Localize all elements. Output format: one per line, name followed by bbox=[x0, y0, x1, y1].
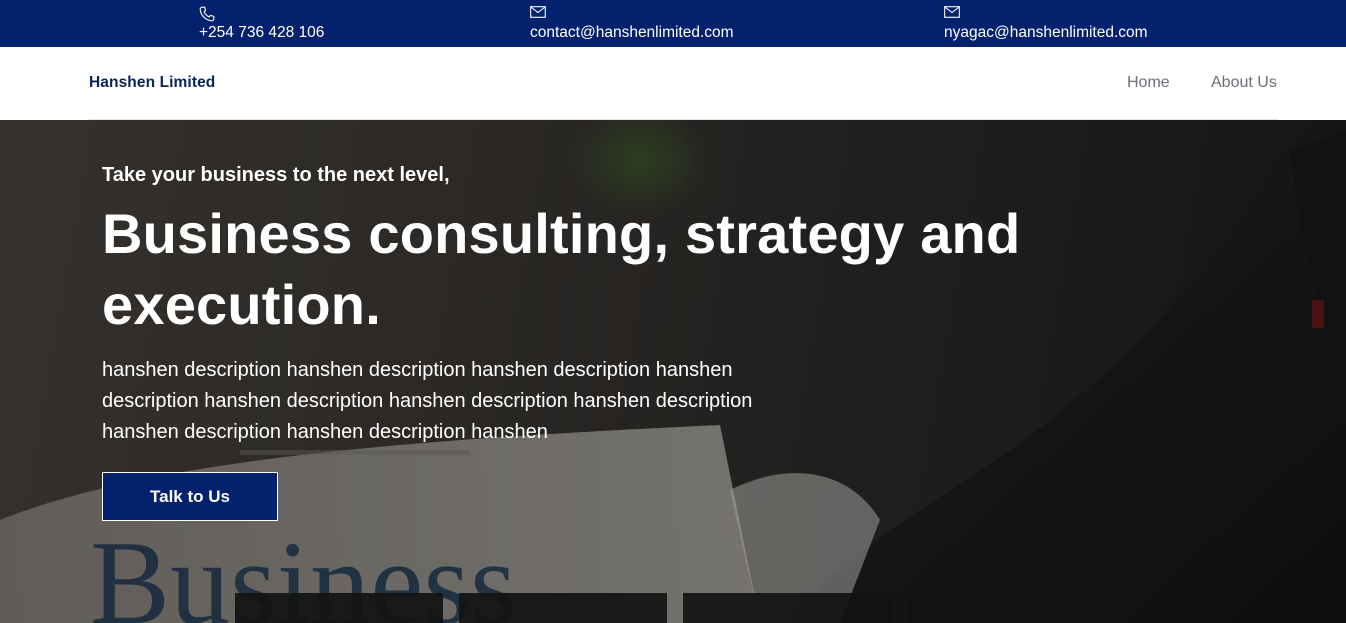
hero-description: hanshen description hanshen description … bbox=[102, 359, 753, 443]
hero-headline: Business consulting, strategy and execut… bbox=[102, 202, 1021, 336]
feature-card[interactable] bbox=[459, 593, 667, 623]
contact-email-secondary[interactable]: nyagac@hanshenlimited.com bbox=[944, 6, 1148, 42]
envelope-icon bbox=[944, 6, 960, 20]
email-primary[interactable]: contact@hanshenlimited.com bbox=[530, 24, 734, 41]
feature-card[interactable] bbox=[235, 593, 443, 623]
phone-icon bbox=[199, 6, 215, 22]
feature-card[interactable] bbox=[683, 593, 891, 623]
email-secondary[interactable]: nyagac@hanshenlimited.com bbox=[944, 24, 1148, 41]
nav-link-about-us[interactable]: About Us bbox=[1211, 74, 1277, 92]
envelope-icon bbox=[530, 6, 546, 20]
top-contact-bar: +254 736 428 106 contact@hanshenlimited.… bbox=[0, 0, 1346, 47]
brand-logo-text[interactable]: Hanshen Limited bbox=[89, 74, 215, 92]
navbar: Hanshen Limited Home About Us bbox=[0, 47, 1346, 120]
feature-card[interactable] bbox=[907, 593, 1115, 623]
contact-phone[interactable]: +254 736 428 106 bbox=[199, 6, 324, 42]
nav-link-home[interactable]: Home bbox=[1127, 74, 1170, 92]
talk-to-us-button[interactable]: Talk to Us bbox=[102, 472, 278, 521]
contact-email-primary[interactable]: contact@hanshenlimited.com bbox=[530, 6, 734, 42]
phone-number[interactable]: +254 736 428 106 bbox=[199, 24, 324, 41]
hero-section: Business Take your business to the next … bbox=[0, 120, 1346, 623]
hero-kicker: Take your business to the next level, bbox=[102, 164, 450, 186]
